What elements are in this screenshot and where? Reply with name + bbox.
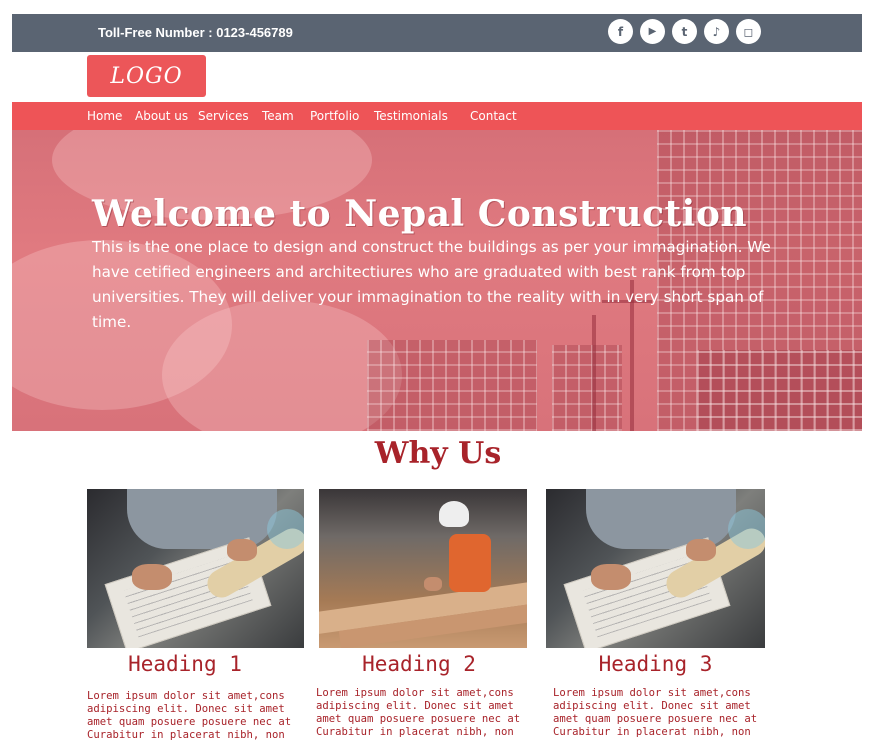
hero-title: Welcome to Nepal Construction (92, 193, 748, 235)
section-title-why-us: Why Us (374, 436, 502, 471)
youtube-icon[interactable]: ▶ (640, 19, 665, 44)
facebook-icon[interactable]: f (608, 19, 633, 44)
image-detail (132, 564, 172, 590)
image-detail (439, 501, 469, 527)
card-text: Lorem ipsum dolor sit amet,cons adipisci… (316, 687, 521, 738)
nav-portfolio[interactable]: Portfolio (310, 102, 359, 130)
hero-building (552, 345, 622, 431)
nav-team[interactable]: Team (262, 102, 294, 130)
card-heading: Heading 2 (362, 652, 476, 676)
card-heading: Heading 1 (128, 652, 242, 676)
main-nav: Home About us Services Team Portfolio Te… (12, 102, 862, 130)
social-links: f ▶ t ♪ ◻ (608, 19, 761, 47)
nav-home[interactable]: Home (87, 102, 122, 130)
image-detail (449, 534, 491, 592)
card-text: Lorem ipsum dolor sit amet,cons adipisci… (553, 687, 758, 738)
card-text: Lorem ipsum dolor sit amet,cons adipisci… (87, 690, 292, 741)
card-image-blueprint (87, 489, 304, 648)
twitter-icon[interactable]: t (672, 19, 697, 44)
card-heading: Heading 3 (598, 652, 713, 676)
image-detail (728, 509, 765, 549)
card-image-blueprint (546, 489, 765, 648)
image-detail (686, 539, 716, 561)
hero-banner: Welcome to Nepal Construction This is th… (12, 130, 862, 431)
image-detail (267, 509, 304, 549)
logo[interactable]: LOGO (87, 55, 206, 97)
nav-testimonials[interactable]: Testimonials (374, 102, 448, 130)
nav-contact[interactable]: Contact (470, 102, 517, 130)
top-bar: Toll-Free Number : 0123-456789 f ▶ t ♪ ◻ (12, 14, 862, 52)
image-detail (591, 564, 631, 590)
nav-services[interactable]: Services (198, 102, 249, 130)
hero-building (697, 350, 862, 431)
image-detail (227, 539, 257, 561)
hero-building (367, 340, 537, 431)
image-detail (127, 489, 277, 549)
nav-about-us[interactable]: About us (135, 102, 188, 130)
image-detail (424, 577, 442, 591)
tiktok-icon[interactable]: ♪ (704, 19, 729, 44)
toll-free-number: Toll-Free Number : 0123-456789 (98, 25, 293, 40)
hero-description: This is the one place to design and cons… (92, 238, 771, 331)
card-image-worker (319, 489, 527, 648)
image-detail (586, 489, 736, 549)
instagram-icon[interactable]: ◻ (736, 19, 761, 44)
